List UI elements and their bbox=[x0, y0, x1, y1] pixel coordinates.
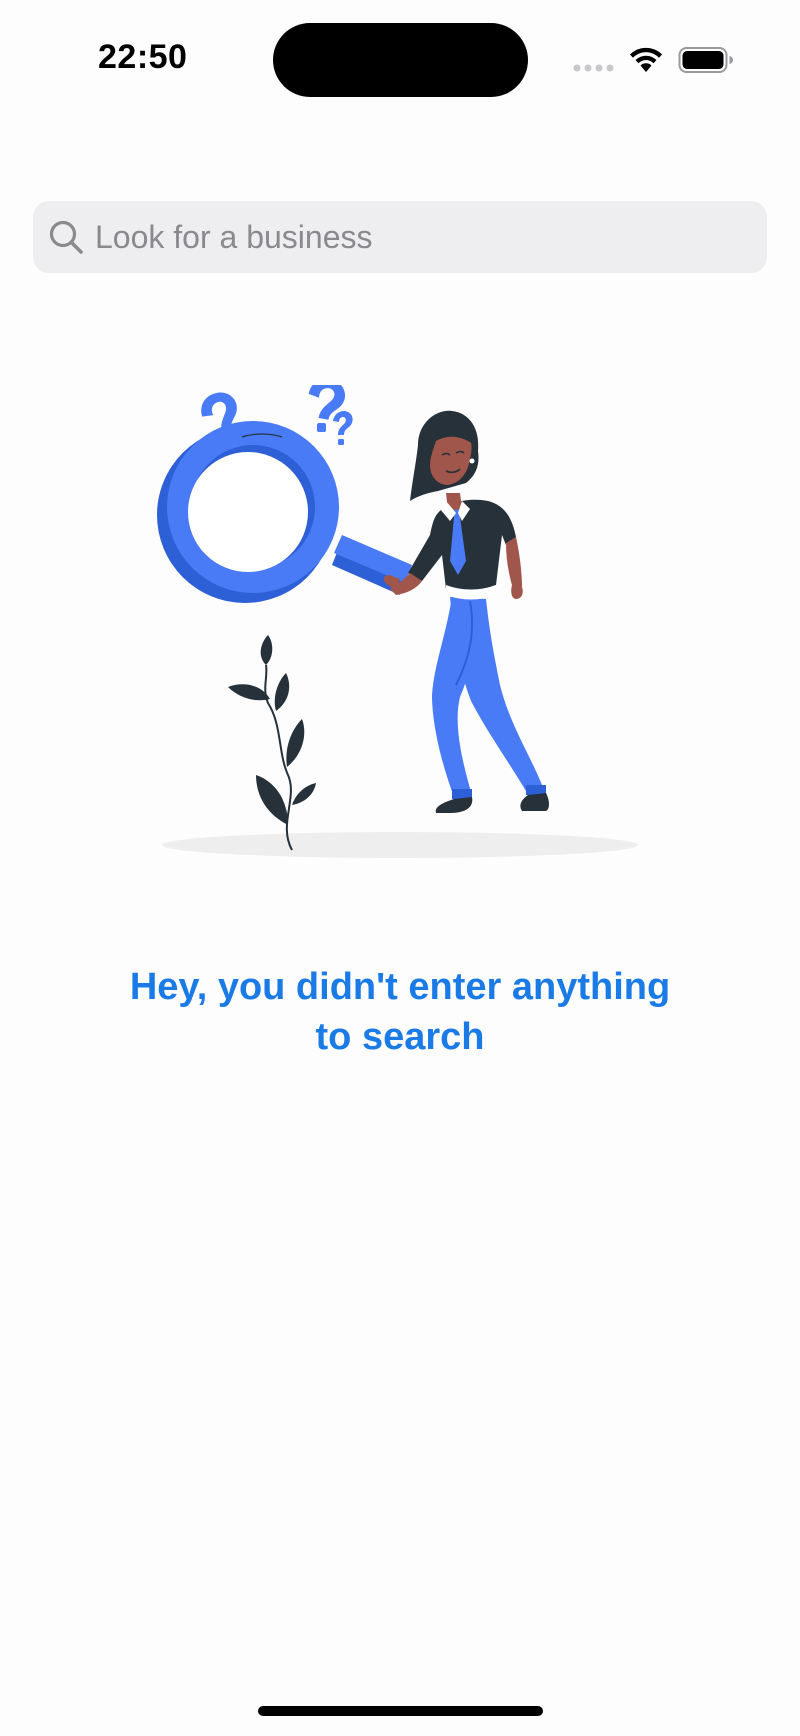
status-time: 22:50 bbox=[98, 38, 188, 76]
plant-illustration bbox=[228, 635, 316, 851]
dynamic-island bbox=[273, 23, 528, 97]
status-bar: 22:50 bbox=[0, 0, 800, 120]
battery-icon bbox=[678, 47, 733, 73]
cellular-signal-icon bbox=[573, 64, 614, 72]
empty-search-message-line1: Hey, you didn't enter anything bbox=[129, 966, 671, 1008]
magnifier-illustration bbox=[157, 421, 412, 603]
search-screen: 22:50 Look for a business Hey, you didn'… bbox=[0, 0, 800, 1736]
empty-search-message-line2: to search bbox=[315, 1016, 485, 1058]
search-bar[interactable] bbox=[33, 201, 767, 273]
empty-search-message: Hey, you didn't enter anything to search bbox=[90, 962, 710, 1062]
person-illustration bbox=[383, 410, 549, 813]
search-input[interactable] bbox=[95, 201, 745, 273]
search-icon bbox=[49, 220, 83, 254]
person-with-magnifier-illustration bbox=[157, 385, 638, 858]
home-indicator[interactable] bbox=[258, 1706, 543, 1716]
wifi-icon bbox=[630, 47, 662, 72]
